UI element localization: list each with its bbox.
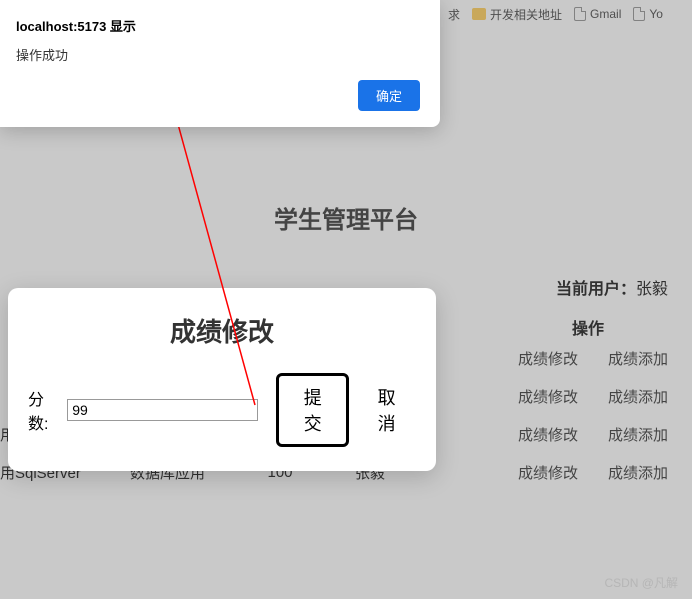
edit-modal-title: 成绩修改 <box>28 312 416 349</box>
cancel-button[interactable]: 取消 <box>357 376 416 444</box>
score-input[interactable] <box>67 399 258 421</box>
submit-button[interactable]: 提交 <box>276 373 349 447</box>
alert-title: localhost:5173 显示 <box>16 16 420 35</box>
alert-message: 操作成功 <box>16 45 420 64</box>
edit-score-modal: 成绩修改 分数: 提交 取消 <box>8 288 436 471</box>
watermark: CSDN @凡解 <box>604 574 678 591</box>
score-label: 分数: <box>28 386 59 434</box>
alert-dialog: localhost:5173 显示 操作成功 确定 <box>0 0 440 127</box>
alert-ok-button[interactable]: 确定 <box>358 80 420 111</box>
